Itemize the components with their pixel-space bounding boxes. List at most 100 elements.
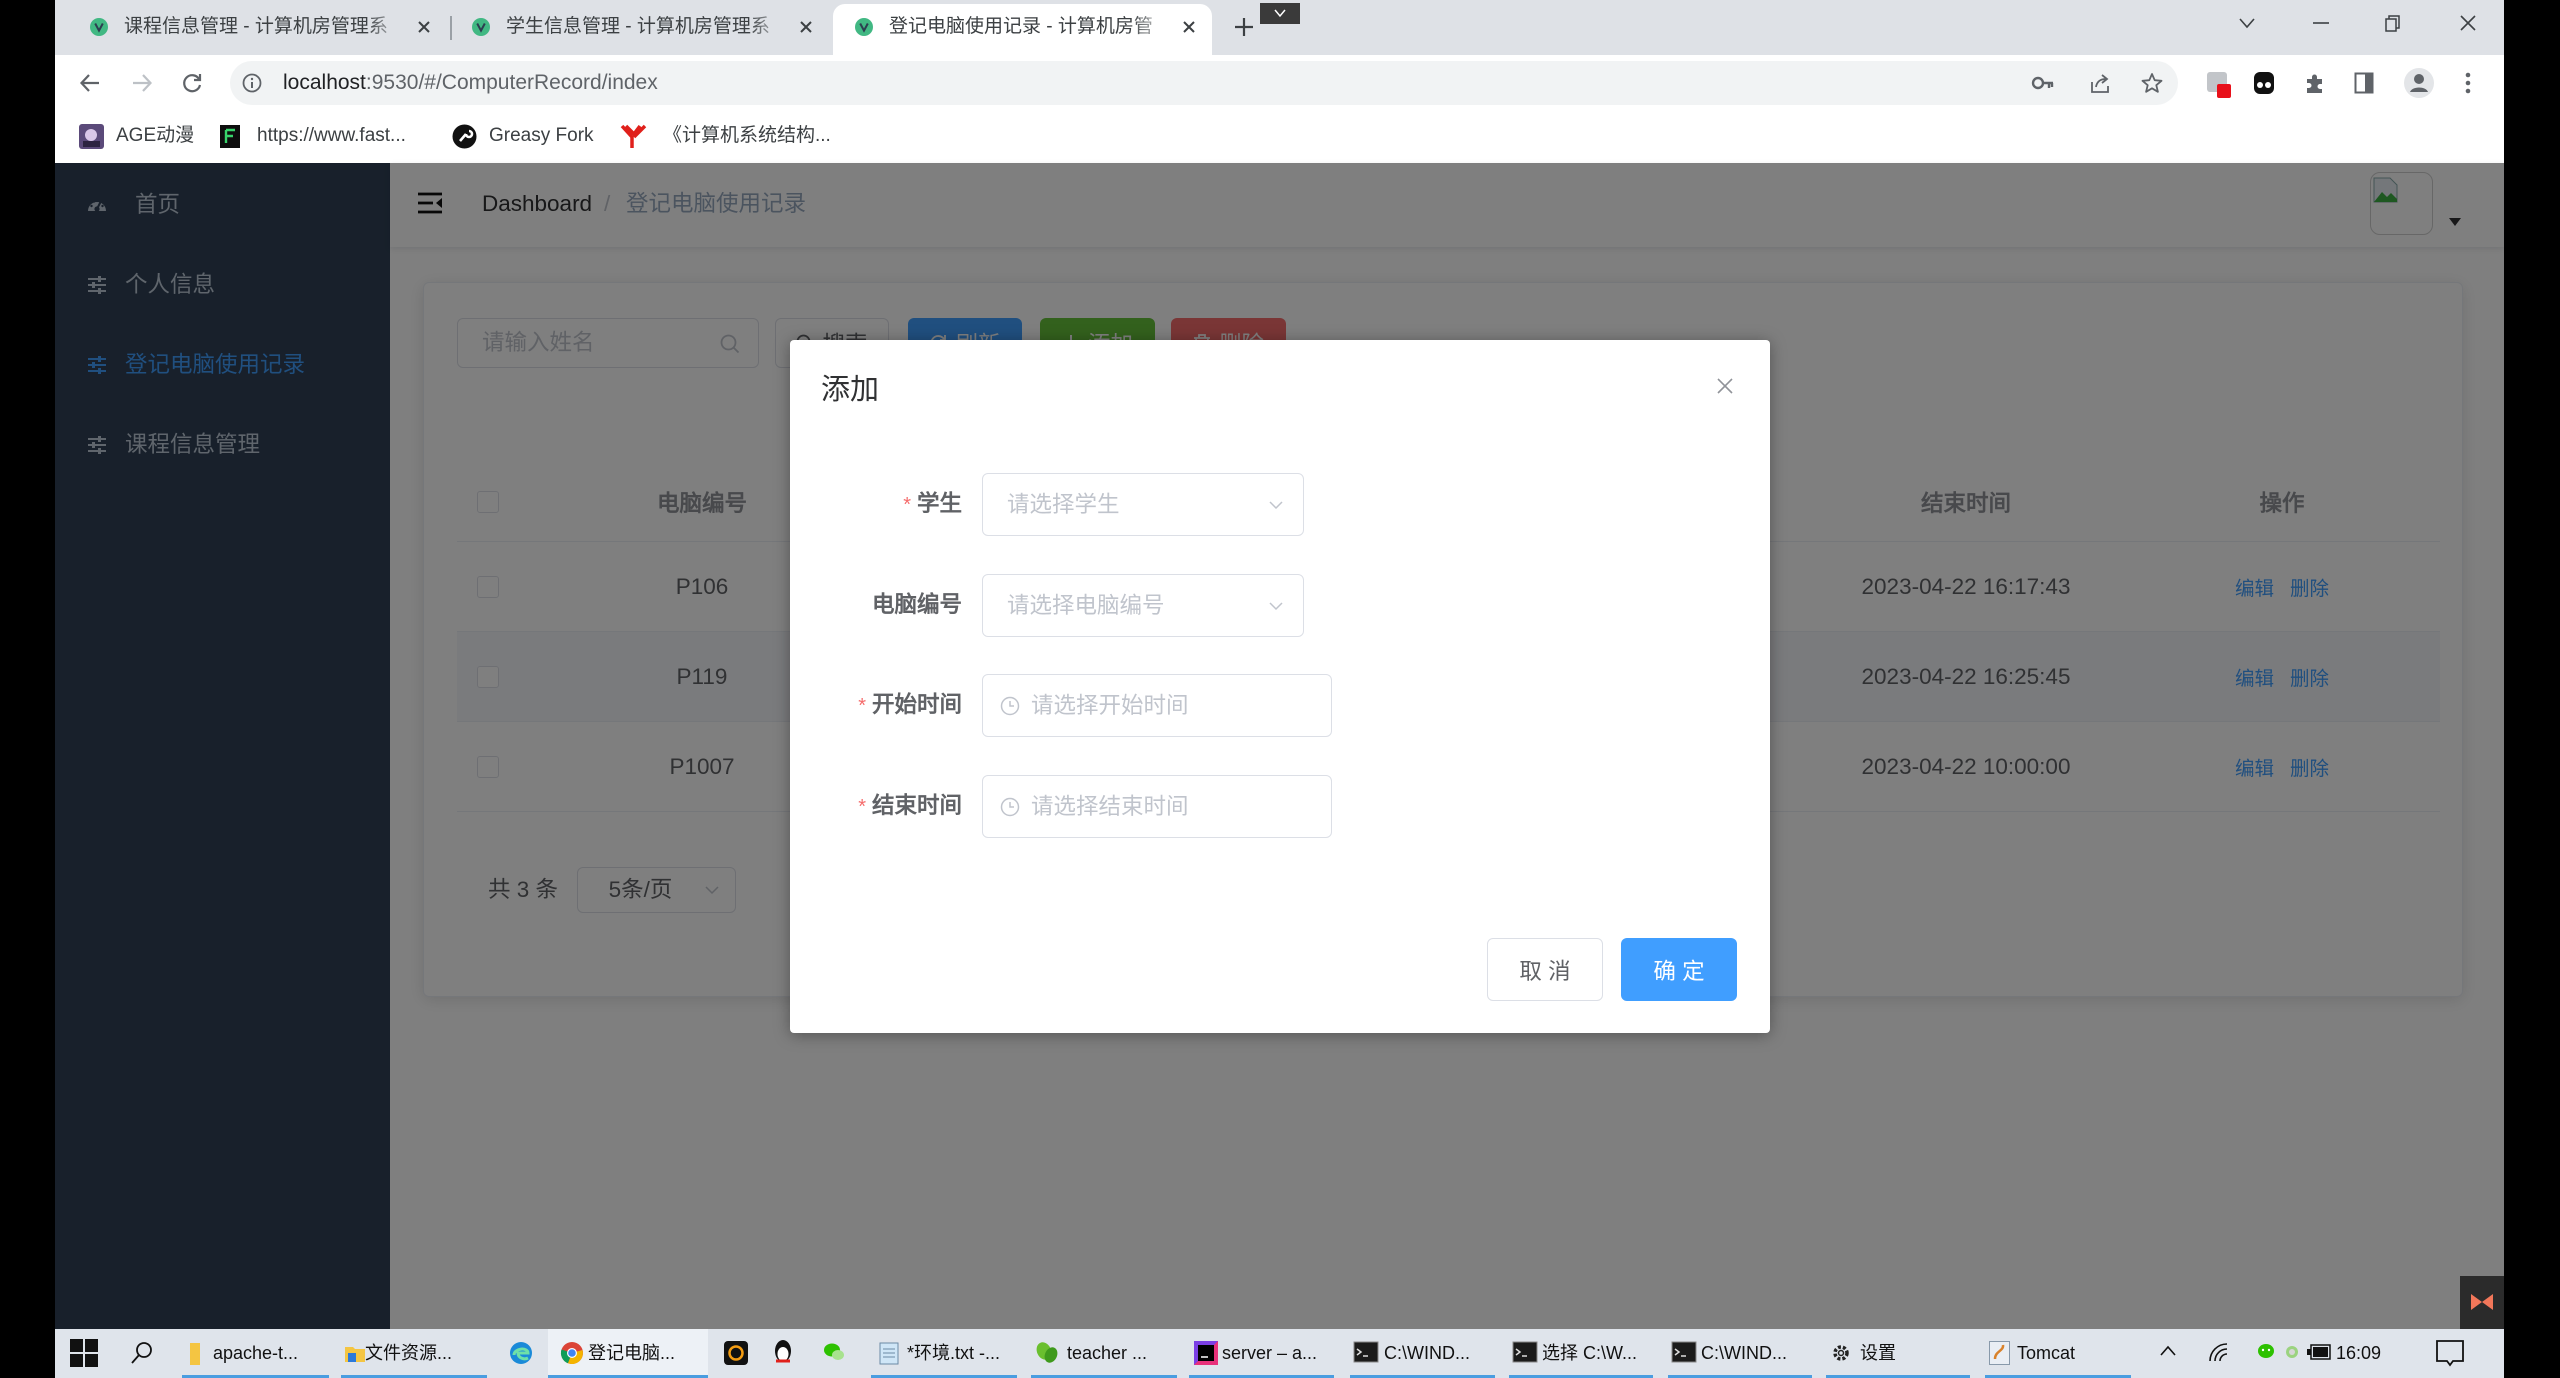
app-g-icon[interactable] [724, 1341, 748, 1365]
vue-logo-icon [472, 18, 490, 36]
taskbar-item-label: *环境.txt -... [907, 1343, 1001, 1363]
minimize-icon[interactable] [2313, 22, 2329, 24]
form-label-text: 电脑编号 [871, 592, 962, 617]
form-item-start-time: * 开始时间 [790, 674, 1770, 737]
close-icon[interactable] [1717, 378, 1733, 394]
form-label: * 学生 [790, 492, 962, 517]
notification-icon[interactable] [2436, 1340, 2464, 1367]
profile-avatar-icon[interactable] [2404, 68, 2434, 98]
extension-icon[interactable] [2207, 70, 2233, 100]
bookmark-label[interactable]: https://www.fast... [257, 125, 406, 147]
wechat-icon[interactable] [824, 1342, 844, 1362]
required-mark: * [858, 695, 866, 717]
edge-icon[interactable] [509, 1341, 533, 1365]
start-time-picker[interactable] [982, 674, 1332, 737]
file-explorer-icon [345, 1343, 365, 1363]
computer-no-select[interactable] [982, 574, 1304, 637]
tab-title: 课程信息管理 - 计算机房管理系 [124, 16, 388, 37]
dialog-title: 添加 [821, 374, 880, 406]
side-panel-icon[interactable] [2354, 72, 2374, 94]
taskbar-search-icon[interactable] [130, 1341, 154, 1365]
wechat-tray-icon[interactable] [2256, 1342, 2276, 1362]
intellij-icon [1194, 1341, 1218, 1365]
url-host: localhost [283, 71, 366, 94]
address-url[interactable]: localhost:9530/#/ComputerRecord/index [283, 70, 658, 96]
back-arrow-icon[interactable] [79, 72, 101, 94]
url-path: :9530/#/ComputerRecord/index [365, 71, 658, 94]
taskbar-clock[interactable]: 16:09 [2336, 1342, 2381, 1364]
bookmarks-bar [55, 108, 2504, 163]
form-label-text: 学生 [916, 491, 962, 516]
chevron-down-icon [1269, 601, 1283, 611]
battery-icon[interactable] [2307, 1344, 2331, 1360]
chevron-down-icon [1274, 9, 1286, 18]
floating-widget[interactable] [2460, 1276, 2504, 1329]
password-key-icon[interactable] [2031, 74, 2054, 92]
required-mark: * [858, 796, 866, 818]
taskbar-item-label: teacher ... [1067, 1343, 1148, 1363]
computer-no-select-input[interactable] [983, 575, 1303, 636]
browser-tab[interactable]: 课程信息管理 - 计算机房管理系 [72, 4, 450, 55]
browser-tab[interactable]: 学生信息管理 - 计算机房管理系 [455, 4, 823, 55]
form-item-computer-no: 电脑编号 [790, 574, 1770, 637]
tab-separator [450, 16, 452, 40]
taskbar-item-label: apache-t... [213, 1343, 299, 1363]
greasy-fork-icon [452, 124, 477, 149]
confirm-button[interactable]: 确 定 [1621, 938, 1737, 1001]
bowtie-flag-icon [2470, 1292, 2494, 1312]
student-select[interactable] [982, 473, 1304, 536]
chevron-up-icon[interactable] [2160, 1345, 2176, 1356]
browser-tab-active[interactable]: 登记电脑使用记录 - 计算机房管 [833, 4, 1212, 55]
end-time-input[interactable] [983, 776, 1331, 837]
chevron-down-icon [1269, 500, 1283, 510]
form-label-text: 开始时间 [871, 692, 962, 717]
tab-search-button[interactable] [1260, 3, 1300, 24]
bookmark-star-icon[interactable] [2141, 72, 2163, 94]
end-time-picker[interactable] [982, 775, 1332, 838]
close-tab-icon[interactable] [1182, 20, 1196, 34]
leaf-app-icon [1035, 1341, 1059, 1365]
taskbar-item-label: C:\WIND... [1701, 1343, 1787, 1363]
folder-icon [190, 1343, 200, 1365]
student-select-input[interactable] [983, 474, 1303, 535]
required-mark: * [903, 494, 911, 516]
tab-title: 登记电脑使用记录 - 计算机房管 [889, 16, 1153, 37]
extensions-puzzle-icon[interactable] [2304, 72, 2326, 94]
share-icon[interactable] [2089, 72, 2111, 94]
taskbar-item-label: server – a... [1222, 1343, 1318, 1363]
cmd-icon [1671, 1341, 1697, 1363]
windows-start-icon[interactable] [70, 1339, 98, 1367]
age-anime-icon [79, 124, 104, 149]
chrome-icon [560, 1341, 584, 1365]
cmd-icon [1512, 1341, 1538, 1363]
wifi-icon[interactable] [2208, 1342, 2228, 1362]
close-window-icon[interactable] [2460, 15, 2476, 31]
cancel-button[interactable]: 取 消 [1487, 938, 1603, 1001]
forward-arrow-icon[interactable] [131, 72, 153, 94]
taskbar-item-label: 文件资源... [365, 1343, 453, 1363]
form-item-student: * 学生 [790, 473, 1770, 536]
close-tab-icon[interactable] [799, 20, 813, 34]
taskbar-item-label: Tomcat [2017, 1343, 2076, 1363]
form-label: * 开始时间 [790, 693, 962, 718]
gear-icon [1831, 1343, 1851, 1363]
qq-icon[interactable] [772, 1339, 794, 1365]
bookmark-label[interactable]: AGE动漫 [116, 125, 194, 147]
chaoxing-icon [620, 123, 647, 150]
site-info-icon[interactable] [242, 73, 262, 93]
bookmark-label[interactable]: Greasy Fork [489, 125, 594, 147]
close-tab-icon[interactable] [417, 20, 431, 34]
form-label: * 结束时间 [790, 794, 962, 819]
restore-icon[interactable] [2385, 15, 2400, 32]
start-time-input[interactable] [983, 675, 1331, 736]
extension-panda-icon[interactable] [2253, 71, 2275, 95]
reload-icon[interactable] [181, 72, 203, 94]
tab-title: 学生信息管理 - 计算机房管理系 [506, 16, 770, 37]
taskbar-item-label: C:\WIND... [1384, 1343, 1470, 1363]
tray-app-icon[interactable] [2285, 1345, 2299, 1359]
new-tab-plus-icon[interactable] [1234, 17, 1254, 37]
bookmark-label[interactable]: 《计算机系统结构... [663, 125, 831, 147]
taskbar-item-settings[interactable] [1826, 1329, 1970, 1378]
browser-menu-icon[interactable] [2465, 72, 2471, 94]
chevron-down-icon[interactable] [2239, 17, 2255, 29]
